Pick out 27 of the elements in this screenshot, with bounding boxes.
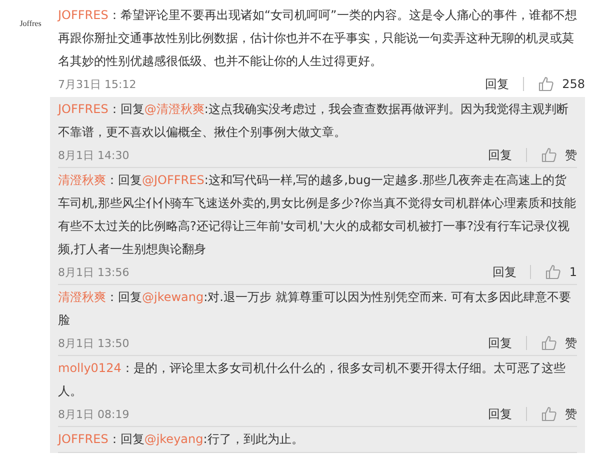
comment-text: 清澄秋爽：回复@JOFFRES:这和写代码一样,写的越多,bug一定越多.那些几夜奔走在高速上的货车司机,那些风尘仆仆骑车飞速送外卖的,男女比例是多少?你当真不觉得女司机群体心理素质和技能有些不太过关的比例略高?还记得让三年前'女司机'大火的成都女司机被打一事?没有行车记录仪视频,打人者一生别想舆论翻身 (58, 172, 577, 258)
comment-time: 8月1日 13:56 (58, 264, 130, 280)
reply-link[interactable]: 回复 (485, 76, 510, 92)
comment-text: JOFFRES：回复@清澄秋爽:这点我确实没考虑过，我会查查数据再做评判。因为我觉得主观判断不靠谱，更不喜欢以偏概全、揪住个别事例大做文章。 (58, 101, 570, 141)
thumbs-up-icon[interactable] (541, 335, 557, 351)
thumbs-up-icon[interactable] (541, 406, 557, 422)
comment-time: 7月31日 15:12 (58, 76, 136, 92)
comment-time: 8月1日 14:30 (58, 148, 130, 162)
like-count[interactable]: 赞 (565, 406, 577, 422)
thumbs-up-icon[interactable] (538, 76, 554, 92)
comment-time: 8月1日 13:50 (58, 336, 130, 350)
comment-text: 清澄秋爽：回复@jkewang:对.退一万步 就算尊重可以因为性别凭空而来. 可有太多因此肆意不要脸 (58, 289, 572, 329)
like-count[interactable]: 258 (562, 77, 585, 91)
reply-link[interactable]: 回复 (488, 334, 512, 352)
thumbs-up-icon[interactable] (541, 147, 557, 163)
comment-time: 8月1日 08:19 (58, 406, 130, 422)
comment-text: JOFFRES：回复@jkeyang:行了，到此为止。 (58, 431, 304, 448)
comment-text: molly0124：是的，评论里太多女司机什么什么的，很多女司机不要开得太仔细。太可恶了这些人。 (58, 360, 566, 400)
reply-link[interactable]: 回复 (488, 146, 512, 164)
like-count[interactable]: 1 (569, 265, 577, 279)
reply-link[interactable]: 回复 (488, 406, 512, 422)
like-count[interactable]: 赞 (565, 334, 577, 352)
like-count[interactable]: 赞 (565, 146, 577, 164)
avatar[interactable]: Joffres (13, 8, 48, 38)
reply-link[interactable]: 回复 (492, 264, 516, 280)
comment-text: JOFFRES：希望评论里不要再出现诸如“女司机呵呵”一类的内容。这是令人痛心的事件，谁都不想再跟你掰扯交通事故性别比例数据，估计你也并不在乎事实，只能说一句卖弄这种无聊的机灵或莫名其妙的性别优越感很低级、也并不能让你的人生过得更好。 (58, 7, 578, 70)
thumbs-up-icon[interactable] (545, 264, 562, 280)
